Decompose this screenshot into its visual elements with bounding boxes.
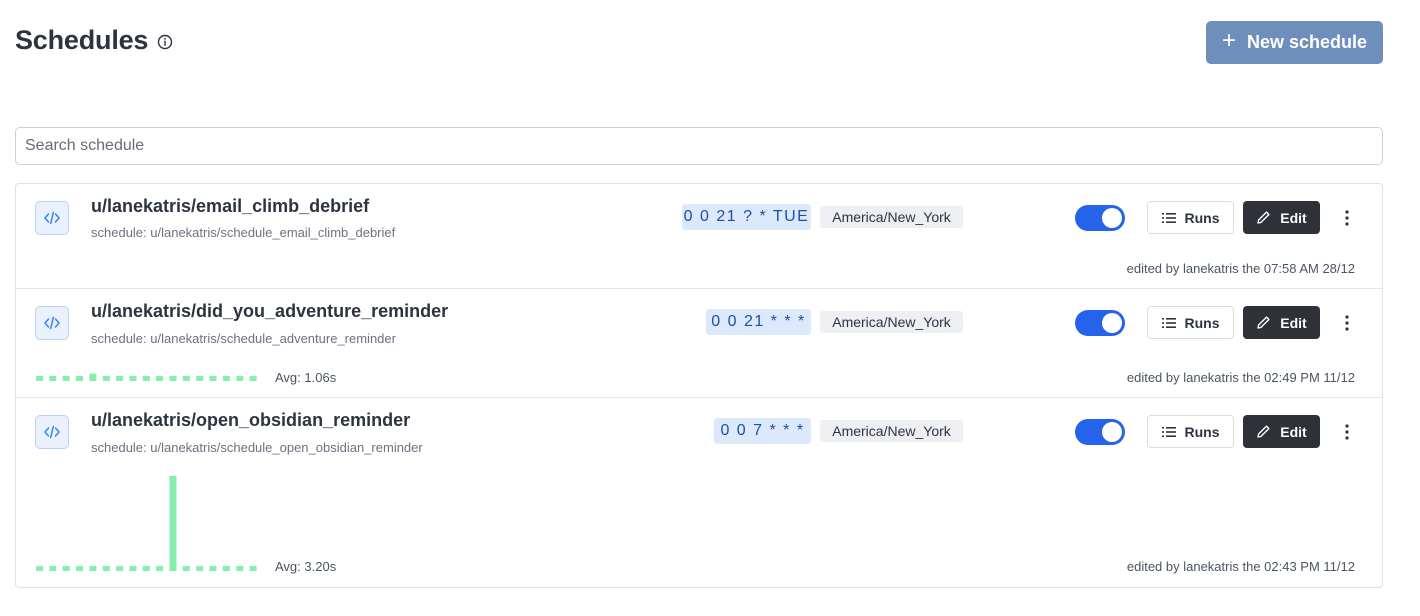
toggle-knob (1102, 313, 1122, 333)
runs-button[interactable]: Runs (1147, 306, 1234, 339)
edited-info: edited by lanekatris the 07:58 AM 28/12 (1126, 261, 1355, 276)
duration-bar (49, 566, 57, 571)
plus-icon: + (1221, 27, 1236, 54)
cron-badge: 0 0 7 * * * (714, 418, 811, 444)
page-header: Schedules + New schedule (15, 21, 1383, 64)
duration-bar (116, 566, 124, 571)
toggle-knob (1102, 208, 1122, 228)
list-icon (1161, 317, 1176, 328)
duration-bar (182, 376, 190, 381)
edit-label: Edit (1280, 314, 1307, 331)
more-vertical-icon[interactable] (1336, 310, 1358, 336)
duration-bar (142, 376, 150, 381)
duration-bar (102, 566, 110, 571)
enable-toggle[interactable] (1075, 419, 1125, 445)
schedule-row: u/lanekatris/open_obsidian_reminder sche… (16, 398, 1382, 587)
schedule-list: u/lanekatris/email_climb_debrief schedul… (15, 183, 1383, 588)
more-vertical-icon[interactable] (1336, 205, 1358, 231)
duration-bar (142, 566, 150, 571)
duration-bar (236, 566, 244, 571)
cron-badge: 0 0 21 * * * (706, 309, 811, 335)
duration-bar (62, 566, 70, 571)
duration-bar (169, 376, 177, 381)
duration-bar (169, 476, 177, 571)
list-icon (1161, 212, 1176, 223)
duration-bar (249, 566, 257, 571)
duration-bar (156, 566, 164, 571)
schedule-path[interactable]: u/lanekatris/did_you_adventure_reminder (91, 301, 448, 322)
runs-label: Runs (1184, 209, 1220, 226)
runs-button[interactable]: Runs (1147, 415, 1234, 448)
more-vertical-icon[interactable] (1336, 419, 1358, 445)
duration-bar (236, 376, 244, 381)
code-icon (35, 306, 69, 340)
schedule-path[interactable]: u/lanekatris/email_climb_debrief (91, 196, 369, 217)
duration-bar (196, 566, 204, 571)
duration-bar (49, 376, 57, 381)
duration-bar (129, 376, 137, 381)
timezone-badge: America/New_York (820, 311, 963, 333)
edited-info: edited by lanekatris the 02:43 PM 11/12 (1126, 559, 1355, 574)
runs-label: Runs (1184, 423, 1220, 440)
edit-label: Edit (1280, 209, 1307, 226)
enable-toggle[interactable] (1075, 205, 1125, 231)
schedule-label: schedule: u/lanekatris/schedule_adventur… (91, 331, 396, 346)
schedule-path[interactable]: u/lanekatris/open_obsidian_reminder (91, 410, 410, 431)
duration-bar (196, 376, 204, 381)
duration-bar (36, 566, 43, 571)
schedule-label: schedule: u/lanekatris/schedule_email_cl… (91, 225, 396, 240)
duration-bar (76, 376, 83, 381)
duration-bar (209, 566, 217, 571)
page-title: Schedules (15, 25, 149, 55)
runs-button[interactable]: Runs (1147, 201, 1234, 234)
duration-bar (156, 376, 164, 381)
avg-duration: Avg: 1.06s (275, 370, 337, 385)
enable-toggle[interactable] (1075, 310, 1125, 336)
edited-info: edited by lanekatris the 02:49 PM 11/12 (1126, 370, 1355, 385)
timezone-badge: America/New_York (820, 420, 963, 442)
duration-bar (36, 376, 43, 381)
schedule-row: u/lanekatris/did_you_adventure_reminder … (16, 289, 1382, 398)
duration-bar (89, 566, 97, 571)
duration-bar (182, 566, 190, 571)
duration-bar (129, 566, 137, 571)
duration-bar (222, 376, 230, 381)
duration-bar (209, 376, 217, 381)
duration-sparkline (36, 373, 257, 381)
duration-bar (76, 566, 83, 571)
avg-duration: Avg: 3.20s (275, 559, 337, 574)
timezone-badge: America/New_York (820, 206, 963, 228)
runs-label: Runs (1184, 314, 1220, 331)
duration-bar (62, 376, 70, 381)
edit-label: Edit (1280, 423, 1307, 440)
duration-bar (249, 376, 257, 381)
cron-badge: 0 0 21 ? * TUE (682, 204, 811, 230)
duration-bar (102, 376, 110, 381)
pencil-icon (1257, 425, 1270, 438)
code-icon (35, 415, 69, 449)
duration-bar (222, 566, 230, 571)
code-icon (35, 201, 69, 235)
schedule-label: schedule: u/lanekatris/schedule_open_obs… (91, 440, 423, 455)
edit-button[interactable]: Edit (1243, 415, 1320, 448)
toggle-knob (1102, 422, 1122, 442)
duration-bar (116, 376, 124, 381)
edit-button[interactable]: Edit (1243, 201, 1320, 234)
new-schedule-button[interactable]: + New schedule (1206, 21, 1383, 64)
duration-bar (89, 373, 97, 381)
info-circle-icon[interactable] (157, 34, 173, 50)
pencil-icon (1257, 211, 1270, 224)
new-schedule-label: New schedule (1246, 32, 1368, 52)
pencil-icon (1257, 316, 1270, 329)
edit-button[interactable]: Edit (1243, 306, 1320, 339)
schedule-row: u/lanekatris/email_climb_debrief schedul… (16, 184, 1382, 289)
list-icon (1161, 426, 1176, 437)
search-input[interactable] (15, 127, 1383, 165)
duration-sparkline (36, 476, 257, 571)
